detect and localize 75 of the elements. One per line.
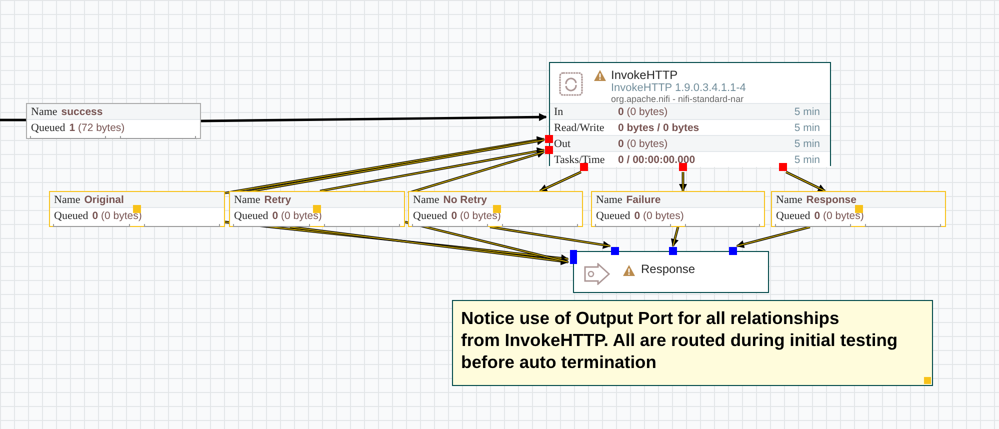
connection-label[interactable]: Name success Queued 1 (72 bytes): [26, 103, 201, 139]
queued-label: Queued: [31, 122, 66, 134]
connection-name: Original: [84, 194, 124, 206]
stat-value: 0 bytes / 0 bytes: [618, 122, 700, 134]
connection-line[interactable]: [224, 220, 569, 262]
stat-time: 5 min: [794, 138, 821, 150]
note-card[interactable]: Notice use of Output Port for all relationships from InvokeHTTP. All are routed during initial testing before auto termination: [452, 300, 933, 386]
connection-endpoint-handle[interactable]: [669, 247, 677, 255]
connection-name: Failure: [626, 194, 661, 206]
stat-value: 0 (0 bytes): [618, 106, 669, 118]
connection-line[interactable]: [679, 172, 687, 192]
output-port-icon: [583, 263, 611, 285]
bend-point-handle[interactable]: [133, 205, 141, 213]
queued-value: 0 (0 bytes): [634, 210, 684, 222]
bend-point-handle[interactable]: [493, 205, 501, 213]
queued-value: 0 (0 bytes): [814, 210, 864, 222]
queued-label: Queued: [776, 210, 810, 222]
stat-time: 5 min: [794, 122, 821, 134]
bend-point-handle[interactable]: [313, 205, 321, 213]
connection-name: Retry: [264, 194, 292, 206]
processor-node[interactable]: InvokeHTTP InvokeHTTP 1.9.0.3.4.1.1-4 org.apache.nifi - nifi-standard-nar In 0 (0 bytes) 5 min Read/Write 0 bytes / 0 bytes 5 min Out 0 (0 bytes) 5 min Tasks/Time 0 / 00:00:00.000 5 min: [549, 62, 831, 166]
processor-type: InvokeHTTP 1.9.0.3.4.1.1-4: [611, 82, 746, 94]
stat-time: 5 min: [794, 154, 821, 166]
resize-handle[interactable]: [924, 377, 931, 384]
bend-point-handle[interactable]: [855, 205, 863, 213]
connection-name: No Retry: [443, 194, 488, 206]
queued-value: 0 (0 bytes): [451, 210, 501, 222]
name-label: Name: [596, 194, 622, 206]
queued-label: Queued: [234, 210, 268, 222]
stat-value: 0 (0 bytes): [618, 138, 669, 150]
processor-icon: [558, 71, 584, 97]
name-label: Name: [31, 106, 58, 118]
queued-value: 0 (0 bytes): [92, 210, 142, 222]
connection-line[interactable]: [785, 170, 826, 192]
stat-label: In: [553, 106, 564, 118]
connection-label[interactable]: Name Response Queued 0 (0 bytes): [771, 191, 946, 227]
queued-label: Queued: [413, 210, 448, 222]
connection-label[interactable]: Name Failure Queued 0 (0 bytes): [591, 191, 765, 227]
connection-line[interactable]: [490, 226, 611, 249]
connection-line[interactable]: [290, 226, 569, 266]
name-label: Name: [234, 194, 260, 206]
stat-time: 5 min: [794, 106, 821, 118]
connection-endpoint-handle[interactable]: [570, 250, 577, 264]
connection-endpoint-handle[interactable]: [611, 247, 619, 255]
connection-name: Response: [806, 194, 856, 206]
name-label: Name: [776, 194, 802, 206]
stat-label: Tasks/Time: [553, 154, 606, 166]
name-label: Name: [54, 194, 80, 206]
connection-label[interactable]: Name Original Queued 0 (0 bytes): [49, 191, 225, 227]
connection-endpoint-handle[interactable]: [580, 163, 588, 171]
processor-name: InvokeHTTP: [611, 68, 678, 82]
processor-bundle: org.apache.nifi - nifi-standard-nar: [611, 94, 745, 104]
connection-line[interactable]: [404, 220, 569, 264]
connection-line[interactable]: [200, 113, 547, 122]
queued-value: 1 (72 bytes): [69, 122, 125, 134]
connection-name: success: [61, 106, 103, 118]
stat-label: Out: [553, 138, 572, 150]
connection-line[interactable]: [670, 226, 680, 247]
connection-line[interactable]: [539, 170, 582, 192]
note-text: Notice use of Output Port for all relationships from InvokeHTTP. All are routed during initial testing before auto termination: [461, 308, 898, 372]
output-port-node[interactable]: Response: [573, 251, 769, 293]
stat-label: Read/Write: [553, 122, 606, 134]
queued-label: Queued: [54, 210, 88, 222]
connection-line[interactable]: [320, 147, 545, 192]
queued-label: Queued: [596, 210, 630, 222]
connection-endpoint-handle[interactable]: [729, 247, 737, 255]
queued-value: 0 (0 bytes): [272, 210, 322, 222]
connection-label[interactable]: Name No Retry Queued 0 (0 bytes): [408, 191, 583, 227]
connection-line[interactable]: [736, 226, 810, 248]
connection-label[interactable]: Name Retry Queued 0 (0 bytes): [229, 191, 405, 227]
stat-value: 0 / 00:00:00.000: [618, 154, 696, 166]
name-label: Name: [413, 194, 440, 206]
connection-endpoint-handle[interactable]: [779, 163, 787, 171]
connection-endpoint-handle[interactable]: [679, 163, 687, 171]
output-port-name: Response: [641, 262, 696, 276]
